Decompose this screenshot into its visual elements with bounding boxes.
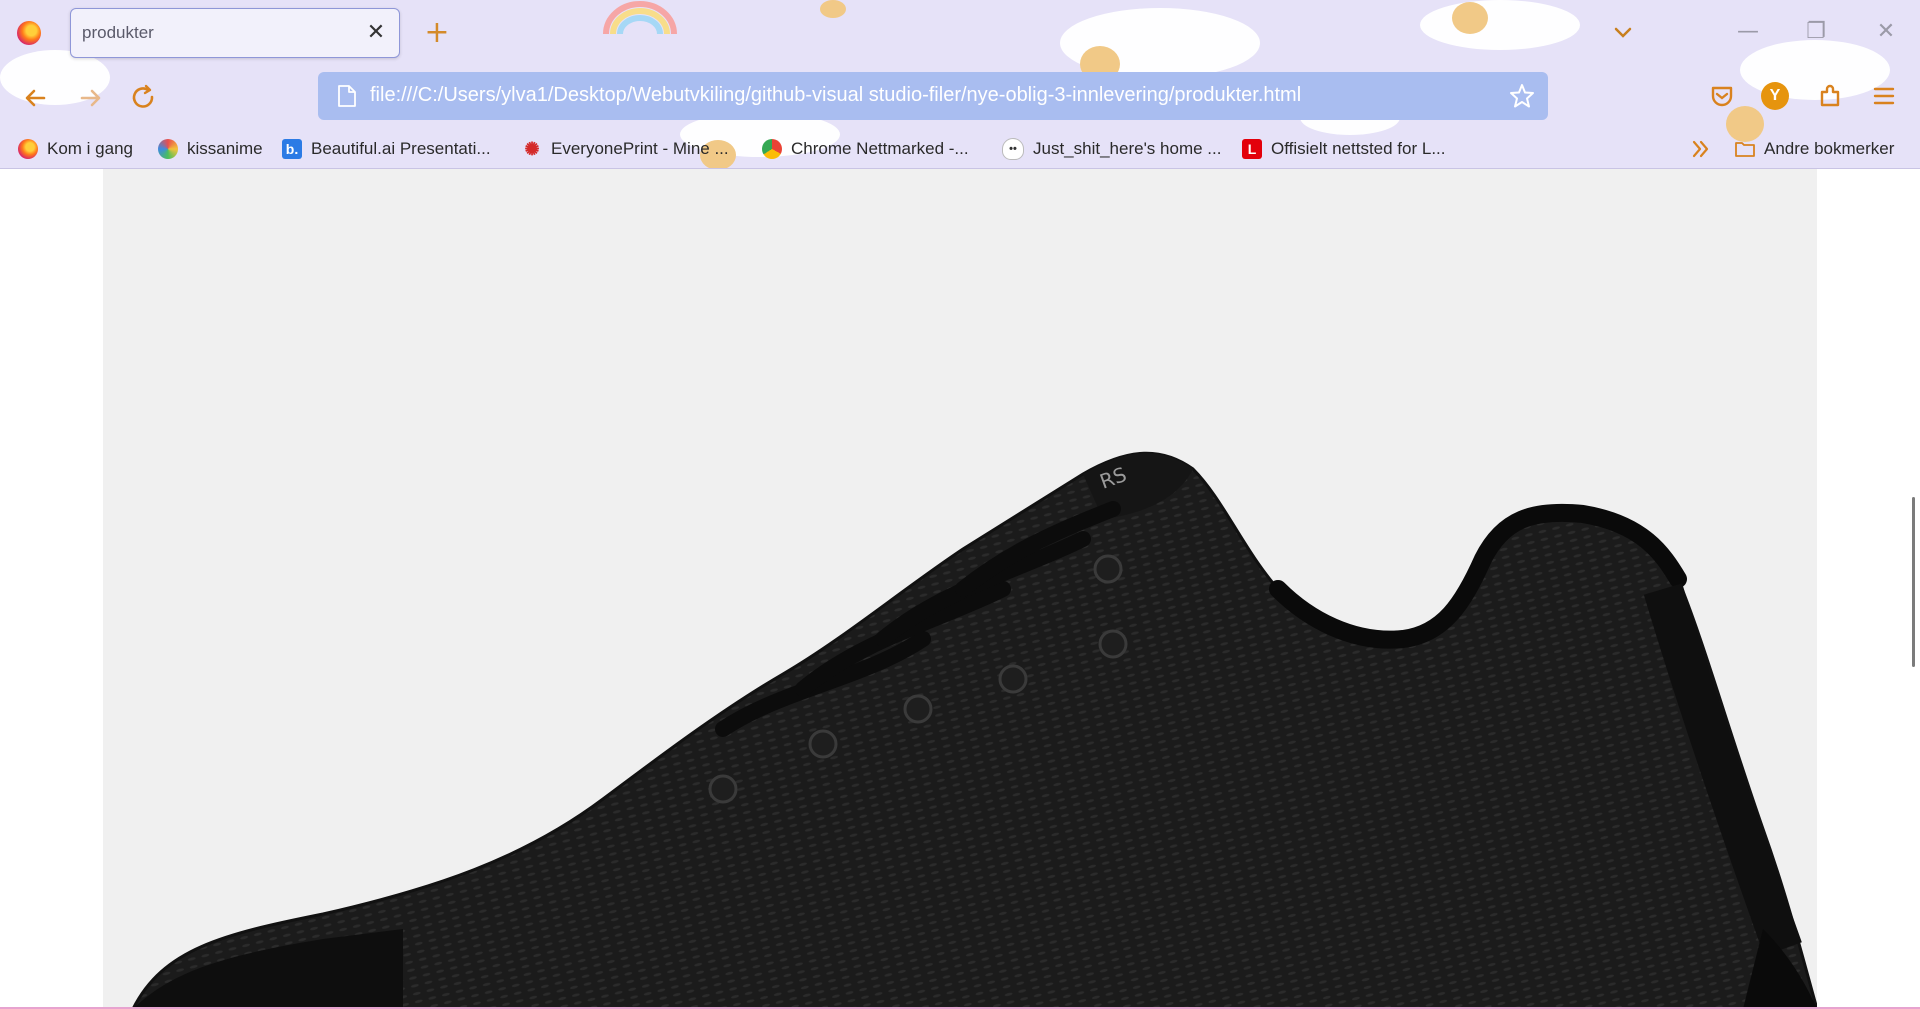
bookmark-star-icon[interactable] — [1508, 82, 1536, 110]
bookmark-label: kissanime — [187, 139, 263, 158]
chevron-down-icon[interactable] — [1608, 18, 1638, 48]
tab-title: produkter — [82, 23, 154, 42]
bookmark-label: Just_shit_here's home ... — [1033, 139, 1222, 158]
bookmark-item[interactable]: Chrome Nettmarked -... — [762, 136, 969, 162]
account-avatar[interactable]: Y — [1761, 82, 1789, 110]
close-window-button[interactable]: ✕ — [1866, 14, 1906, 50]
chrome-webstore-icon — [762, 139, 782, 159]
product-image: RS — [103, 169, 1817, 1009]
browser-chrome: produkter ✕ + — ❐ ✕ file:///C:/Users/ylv… — [0, 0, 1920, 169]
bookmark-item[interactable]: ✺ EveryonePrint - Mine ... — [522, 136, 729, 162]
scrollbar-thumb[interactable] — [1912, 497, 1915, 667]
back-button[interactable] — [18, 80, 54, 116]
other-bookmarks-folder[interactable]: Andre bokmerker — [1734, 136, 1894, 162]
minimize-button[interactable]: — — [1728, 14, 1768, 50]
bookmark-item[interactable]: Kom i gang — [18, 136, 133, 162]
firefox-icon — [17, 21, 41, 45]
close-tab-icon[interactable]: ✕ — [363, 20, 389, 46]
firefox-icon — [18, 139, 38, 159]
black-sneaker-image: RS — [131, 451, 1817, 1009]
menu-hamburger-icon[interactable] — [1866, 78, 1902, 114]
bookmark-label: Chrome Nettmarked -... — [791, 139, 969, 158]
bookmarks-toolbar: Kom i gang kissanime b. Beautiful.ai Pre… — [0, 130, 1920, 168]
bookmark-item[interactable]: •• Just_shit_here's home ... — [1002, 136, 1221, 162]
new-tab-button[interactable]: + — [420, 16, 454, 50]
chevrons-right-icon[interactable] — [1688, 136, 1714, 162]
ghost-icon: •• — [1002, 138, 1024, 160]
bookmark-label: EveryonePrint - Mine ... — [551, 139, 729, 158]
page-icon — [338, 85, 356, 107]
reload-button[interactable] — [126, 80, 162, 116]
bookmark-label: Kom i gang — [47, 139, 133, 158]
extensions-puzzle-icon[interactable] — [1812, 78, 1848, 114]
pocket-icon[interactable] — [1704, 78, 1740, 114]
forward-button[interactable] — [72, 80, 108, 116]
everyoneprint-icon: ✺ — [524, 139, 540, 159]
lego-icon: L — [1242, 139, 1262, 159]
bookmark-label: Beautiful.ai Presentati... — [311, 139, 491, 158]
url-text[interactable]: file:///C:/Users/ylva1/Desktop/Webutvkil… — [370, 84, 1301, 107]
folder-icon — [1735, 142, 1755, 157]
bookmark-label: Offisielt nettsted for L... — [1271, 139, 1446, 158]
beautiful-ai-icon: b. — [282, 139, 302, 159]
kissanime-icon — [158, 139, 178, 159]
bookmark-item[interactable]: kissanime — [158, 136, 263, 162]
navigation-toolbar: file:///C:/Users/ylva1/Desktop/Webutvkil… — [0, 66, 1920, 130]
tab-bar: produkter ✕ + — ❐ ✕ — [0, 0, 1920, 66]
bookmark-item[interactable]: L Offisielt nettsted for L... — [1242, 136, 1446, 162]
page-content: RS — [0, 169, 1920, 1009]
address-bar[interactable]: file:///C:/Users/ylva1/Desktop/Webutvkil… — [318, 72, 1548, 120]
other-bookmarks-label: Andre bokmerker — [1764, 139, 1895, 158]
bookmark-item[interactable]: b. Beautiful.ai Presentati... — [282, 136, 491, 162]
restore-button[interactable]: ❐ — [1796, 14, 1836, 50]
tab-produkter[interactable]: produkter ✕ — [70, 8, 400, 58]
